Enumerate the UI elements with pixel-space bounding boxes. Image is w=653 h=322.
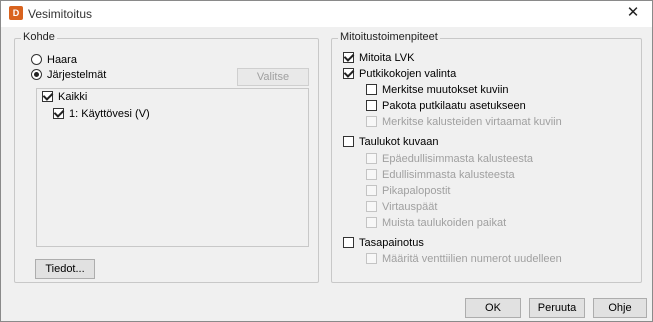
radio-haara-label: Haara: [47, 54, 77, 66]
virtauspaat-label: Virtauspäät: [382, 201, 438, 213]
maarita-numerot-label: Määritä venttiilien numerot uudelleen: [382, 253, 562, 265]
tree-kaikki-checkbox[interactable]: [42, 91, 53, 102]
ok-button[interactable]: OK: [465, 298, 521, 318]
muista-paikat-label: Muista taulukoiden paikat: [382, 217, 507, 229]
merkitse-virtaamat-checkbox[interactable]: [366, 116, 377, 127]
ohje-button[interactable]: Ohje: [593, 298, 647, 318]
maarita-numerot-checkbox[interactable]: [366, 253, 377, 264]
pakota-putkilaatu-checkbox[interactable]: [366, 100, 377, 111]
epaedullisimmasta-label: Epäedullisimmasta kalusteesta: [382, 153, 534, 165]
radio-jarjestelmat-label: Järjestelmät: [47, 69, 107, 81]
tasapainotus-label: Tasapainotus: [359, 237, 424, 249]
kohde-group: Kohde Haara Järjestelmät Valitse kuvasta…: [14, 31, 319, 283]
taulukot-label: Taulukot kuvaan: [359, 136, 439, 148]
merkitse-muutokset-checkbox[interactable]: [366, 84, 377, 95]
tree-kayttovesi-checkbox[interactable]: [53, 108, 64, 119]
window-title: Vesimitoitus: [28, 7, 93, 21]
tree-kayttovesi-label: 1: Käyttövesi (V): [69, 108, 150, 120]
valitse-kuvasta-button[interactable]: Valitse kuvasta: [237, 68, 309, 99]
peruuta-button[interactable]: Peruuta: [529, 298, 585, 318]
app-icon: D: [9, 6, 23, 20]
close-icon[interactable]: ✕: [620, 3, 646, 23]
merkitse-muutokset-label: Merkitse muutokset kuviin: [382, 84, 509, 96]
tiedot-button[interactable]: Tiedot...: [35, 259, 95, 279]
kohde-group-label: Kohde: [21, 31, 57, 43]
muista-paikat-checkbox[interactable]: [366, 217, 377, 228]
epaedullisimmasta-checkbox[interactable]: [366, 153, 377, 164]
pakota-putkilaatu-label: Pakota putkilaatu asetukseen: [382, 100, 526, 112]
tasapainotus-checkbox[interactable]: [343, 237, 354, 248]
edullisimmasta-checkbox[interactable]: [366, 169, 377, 180]
putkikoko-valinta-label: Putkikokojen valinta: [359, 68, 457, 80]
edullisimmasta-label: Edullisimmasta kalusteesta: [382, 169, 515, 181]
mitoita-lvk-label: Mitoita LVK: [359, 52, 415, 64]
taulukot-checkbox[interactable]: [343, 136, 354, 147]
dialog-window: D Vesimitoitus ✕ Kohde Haara Järjestelmä…: [0, 0, 653, 322]
radio-jarjestelmat-button[interactable]: [31, 69, 42, 80]
system-tree[interactable]: Kaikki 1: Käyttövesi (V): [36, 88, 309, 247]
merkitse-virtaamat-label: Merkitse kalusteiden virtaamat kuviin: [382, 116, 562, 128]
radio-haara-button[interactable]: [31, 54, 42, 65]
mitoitus-group: Mitoitustoimenpiteet Mitoita LVK Putkiko…: [331, 31, 642, 283]
putkikoko-valinta-checkbox[interactable]: [343, 68, 354, 79]
pikapalopostit-label: Pikapalopostit: [382, 185, 451, 197]
mitoitus-group-label: Mitoitustoimenpiteet: [338, 31, 440, 43]
tree-kaikki-label: Kaikki: [58, 91, 88, 103]
pikapalopostit-checkbox[interactable]: [366, 185, 377, 196]
mitoita-lvk-checkbox[interactable]: [343, 52, 354, 63]
virtauspaat-checkbox[interactable]: [366, 201, 377, 212]
title-bar: D Vesimitoitus ✕: [1, 1, 652, 27]
